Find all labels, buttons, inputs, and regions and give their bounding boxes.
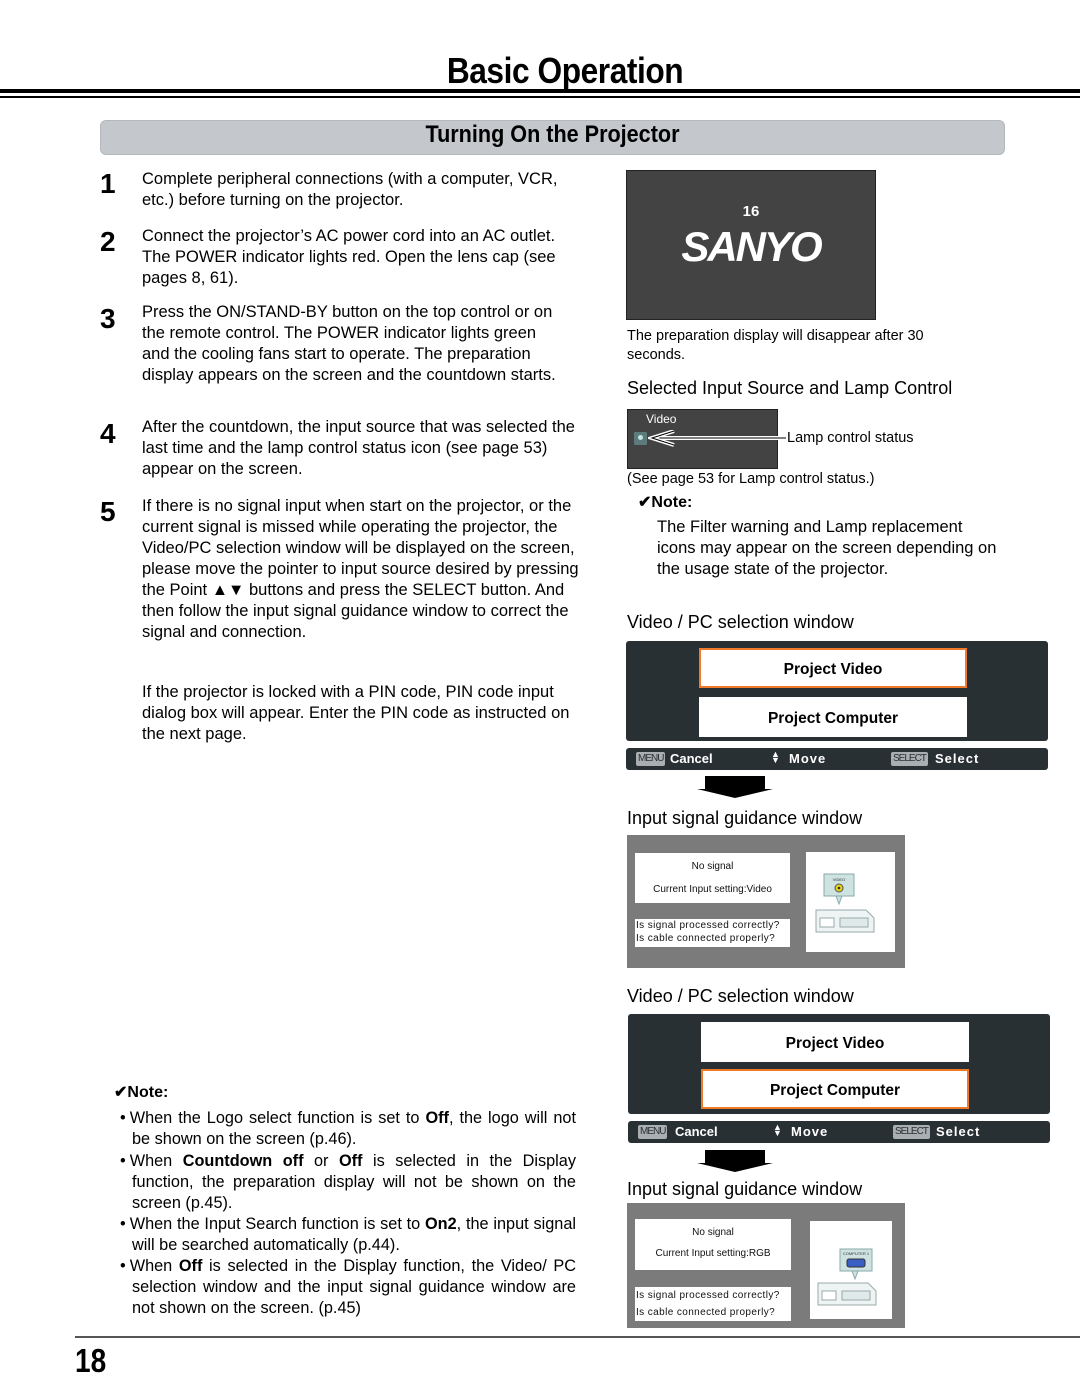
vga-port-icon <box>846 1258 866 1268</box>
project-computer-button[interactable]: Project Computer <box>699 697 967 737</box>
note-text: • <box>120 1109 126 1127</box>
menu-key-icon: MENU <box>636 752 666 766</box>
step-number: 5 <box>100 496 116 527</box>
projector-illustration: COMPUTER 1 <box>810 1221 892 1319</box>
guidance-window-heading: Input signal guidance window <box>627 808 863 828</box>
signal-status: No signal <box>692 1227 734 1238</box>
sanyo-logo: SANYO <box>681 223 822 270</box>
note-text: When <box>129 1257 179 1275</box>
page-number: 18 <box>75 1342 107 1379</box>
question-signal: Is signal processed correctly? <box>636 1290 780 1301</box>
selection-window-heading: Video / PC selection window <box>627 986 854 1006</box>
title-rule <box>0 89 1080 93</box>
note-bullet: • When Countdown off or Off is selected i… <box>120 1151 576 1214</box>
bold-term: Off <box>425 1109 449 1127</box>
step-number: 4 <box>100 418 116 449</box>
note-text: The Filter warning and Lamp replacement … <box>657 518 997 578</box>
selection-window-footer: MENU Cancel ▲ ▼ Move SELECT Select <box>626 748 1048 770</box>
select-label[interactable]: Select <box>936 1124 980 1139</box>
note-text: • <box>120 1257 126 1275</box>
input-source-label: Video <box>646 412 677 426</box>
signal-status-box: No signal Current Input setting:Video <box>635 853 790 903</box>
section-title: Turning On the Projector <box>425 121 680 148</box>
input-source-heading: Selected Input Source and Lamp Control <box>627 378 953 398</box>
arrow-left-icon <box>648 430 786 447</box>
move-label: Move <box>789 751 827 766</box>
menu-key-icon: MENU <box>638 1125 668 1139</box>
select-label[interactable]: Select <box>935 751 979 766</box>
footer-rule <box>75 1336 1080 1338</box>
port-label: VIDEO <box>833 877 845 882</box>
note-text: • <box>120 1215 126 1233</box>
current-input: Current Input setting:RGB <box>655 1248 771 1259</box>
note-heading: ✔Note: <box>114 1084 169 1101</box>
arrow-down-icon <box>697 1150 773 1172</box>
selection-window-heading: Video / PC selection window <box>627 612 854 632</box>
troubleshoot-box: Is signal processed correctly? Is cable … <box>635 919 790 947</box>
port-label: COMPUTER 1 <box>843 1251 870 1256</box>
signal-status: No signal <box>691 861 734 872</box>
question-cable: Is cable connected properly? <box>636 933 776 944</box>
projector-illustration: VIDEO <box>806 852 895 952</box>
move-label: Move <box>791 1124 829 1139</box>
title-rule <box>0 96 1080 98</box>
note-text: When the Input Search function is set to <box>129 1215 425 1233</box>
project-computer-button[interactable]: Project Computer <box>701 1069 969 1109</box>
troubleshoot-box: Is signal processed correctly? Is cable … <box>635 1287 791 1321</box>
current-input: Current Input setting:Video <box>653 884 772 895</box>
page-title: Basic Operation <box>446 50 684 91</box>
step-number: 2 <box>100 226 116 257</box>
step-text: Connect the projector’s AC power cord in… <box>142 227 556 287</box>
countdown-number: 16 <box>742 203 760 220</box>
step-number: 1 <box>100 168 116 199</box>
note-bullet: • When the Input Search function is set t… <box>120 1214 576 1256</box>
bold-term: Off <box>338 1152 363 1170</box>
bold-term: On2 <box>424 1215 457 1233</box>
preparation-display-screen: 16 SANYO <box>626 170 876 320</box>
lamp-status-label: Lamp control status <box>787 430 914 446</box>
guidance-window-heading: Input signal guidance window <box>627 1179 863 1199</box>
preparation-caption: The preparation display will disappear a… <box>627 328 924 363</box>
step-number: 3 <box>100 303 116 334</box>
question-signal: Is signal processed correctly? <box>636 920 780 931</box>
project-video-button[interactable]: Project Video <box>701 1022 969 1062</box>
project-video-button[interactable]: Project Video <box>699 648 967 688</box>
step-text: If there is no signal input when start o… <box>142 497 579 641</box>
lamp-icon <box>634 432 647 445</box>
select-key-icon: SELECT <box>891 752 928 766</box>
up-down-icon: ▲ ▼ <box>773 1122 783 1138</box>
signal-status-box: No signal Current Input setting:RGB <box>635 1219 791 1270</box>
bold-term: Off <box>178 1257 203 1275</box>
note-bullet: • When the Logo select function is set to… <box>120 1108 576 1150</box>
guidance-window: No signal Current Input setting:RGB Is s… <box>627 1203 905 1328</box>
cancel-label[interactable]: Cancel <box>675 1124 718 1139</box>
lamp-caption: (See page 53 for Lamp control status.) <box>627 471 875 487</box>
select-key-icon: SELECT <box>893 1125 930 1139</box>
note-heading: ✔Note: <box>638 494 693 511</box>
selection-window: Project Video Project Computer <box>628 1014 1050 1114</box>
up-down-icon: ▲ ▼ <box>771 749 781 765</box>
pin-note: If the projector is locked with a PIN co… <box>142 683 570 743</box>
note-text: When the Logo select function is set to <box>129 1109 426 1127</box>
note-text: or <box>303 1152 339 1170</box>
cancel-label[interactable]: Cancel <box>670 751 713 766</box>
step-text: After the countdown, the input source th… <box>142 418 575 478</box>
question-cable: Is cable connected properly? <box>636 1307 776 1318</box>
step-text: Press the ON/STAND-BY button on the top … <box>142 303 556 384</box>
note-text: • <box>120 1152 126 1170</box>
guidance-window: No signal Current Input setting:Video Is… <box>627 835 905 968</box>
selection-window-footer: MENU Cancel ▲ ▼ Move SELECT Select <box>628 1121 1050 1143</box>
bold-term: Countdown off <box>182 1152 304 1170</box>
note-bullet: • When Off is selected in the Display fun… <box>120 1256 576 1319</box>
note-text: When <box>129 1152 183 1170</box>
step-text: Complete peripheral connections (with a … <box>142 170 558 209</box>
selection-window: Project Video Project Computer <box>626 641 1048 741</box>
arrow-down-icon <box>697 776 773 798</box>
